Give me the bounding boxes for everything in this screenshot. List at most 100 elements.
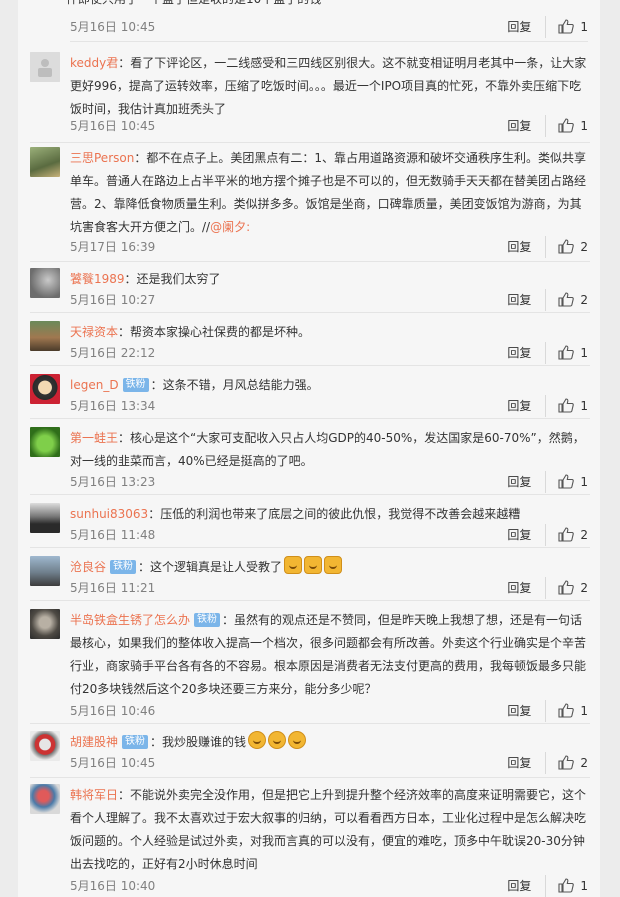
reply-button[interactable]: 回复 [507, 471, 547, 493]
comment-time: 5月16日 10:45 [70, 756, 156, 770]
comment-time: 5月16日 11:21 [70, 581, 156, 595]
comment-text: ：还是我们太穷了 [124, 272, 221, 286]
comment-content: 三思Person：都不在点子上。美团黑点有二：1、靠占用道路资源和破坏交通秩序生… [70, 147, 588, 239]
like-count: 1 [580, 704, 588, 718]
reply-button[interactable]: 回复 [507, 577, 547, 599]
comment-item: legen_D 铁粉 ：这条不错，月风总结能力强。 5月16日 13:34 回复 1 [30, 374, 590, 419]
comment-time: 5月17日 16:39 [70, 240, 156, 254]
comment-actions: 回复 2 [507, 752, 588, 774]
mention-link[interactable]: @阑夕: [210, 220, 250, 234]
comment-meta: 5月16日 10:46 回复 1 [70, 700, 588, 722]
like-button[interactable]: 1 [558, 115, 588, 137]
avatar[interactable] [30, 784, 60, 814]
fan-badge: 铁粉 [110, 560, 137, 574]
reply-button[interactable]: 回复 [507, 289, 547, 311]
reply-button[interactable]: 回复 [507, 342, 547, 364]
comment-item: 天禄资本：帮资本家操心社保费的都是坏种。 5月16日 22:12 回复 1 [30, 321, 590, 366]
comment-content: 第一蛙王：核心是这个“大家可支配收入只占人均GDP的40-50%，发达国家是60… [70, 427, 588, 473]
like-button[interactable]: 1 [558, 700, 588, 722]
comment-time: 5月16日 11:48 [70, 528, 156, 542]
reply-button[interactable]: 回复 [507, 752, 547, 774]
comment-meta: 5月17日 16:39 回复 2 [70, 236, 588, 258]
reply-button[interactable]: 回复 [507, 524, 547, 546]
like-button[interactable]: 1 [558, 875, 588, 897]
avatar[interactable] [30, 374, 60, 404]
like-button[interactable]: 1 [558, 16, 588, 38]
thumbs-up-icon [558, 292, 575, 307]
comment-item: 韩将军日：不能说外卖完全没作用，但是把它上升到提升整个经济效率的高度来证明需要它… [30, 784, 590, 897]
comment-panel: 件即使只用了一个盒子但是收的是10个盒子的钱 5月16日 10:45 回复 1 k… [18, 0, 600, 897]
reply-button[interactable]: 回复 [507, 115, 547, 137]
comment-text: ：压低的利润也带来了底层之间的彼此仇恨，我觉得不改善会越来越糟 [148, 507, 521, 521]
avatar[interactable] [30, 556, 60, 586]
username-link[interactable]: 韩将军日 [70, 788, 118, 802]
comment-time: 5月16日 10:40 [70, 879, 156, 893]
partial-comment-meta: 5月16日 10:45 回复 1 [70, 16, 588, 38]
avatar[interactable] [30, 52, 60, 82]
like-button[interactable]: 1 [558, 342, 588, 364]
thumbs-up-icon [558, 19, 575, 34]
fan-badge: 铁粉 [122, 378, 149, 392]
username-link[interactable]: legen_D [70, 378, 119, 392]
username-link[interactable]: 三思Person [70, 151, 134, 165]
avatar[interactable] [30, 609, 60, 639]
comment-actions: 回复 1 [507, 16, 588, 38]
thumbs-up-icon [558, 398, 575, 413]
username-link[interactable]: 沧良谷 [70, 560, 106, 574]
avatar[interactable] [30, 321, 60, 351]
like-button[interactable]: 2 [558, 236, 588, 258]
username-link[interactable]: 半岛铁盒生锈了怎么办 [70, 613, 190, 627]
avatar[interactable] [30, 731, 60, 761]
username-link[interactable]: keddy君 [70, 56, 118, 70]
partial-comment-text: 件即使只用了一个盒子但是收的是10个盒子的钱 [66, 0, 586, 10]
reply-button[interactable]: 回复 [507, 395, 547, 417]
comment-text: ：这条不错，月风总结能力强。 [150, 378, 319, 392]
comment-time: 5月16日 13:34 [70, 399, 156, 413]
comment-text: ：不能说外卖完全没作用，但是把它上升到提升整个经济效率的高度来证明需要它，这个看… [70, 788, 587, 871]
comment-actions: 回复 2 [507, 289, 588, 311]
thumbs-up-emoji-icon [284, 556, 303, 574]
thumbs-up-icon [558, 118, 575, 133]
like-button[interactable]: 2 [558, 577, 588, 599]
like-button[interactable]: 2 [558, 524, 588, 546]
comment-meta: 5月16日 11:48 回复 2 [70, 524, 588, 546]
avatar[interactable] [30, 268, 60, 298]
default-avatar-icon [30, 52, 60, 82]
username-link[interactable]: sunhui83063 [70, 507, 148, 521]
comment-content: 沧良谷 铁粉 ：这个逻辑真是让人受教了 [70, 556, 588, 579]
avatar[interactable] [30, 503, 60, 533]
comment-item: 沧良谷 铁粉 ：这个逻辑真是让人受教了 5月16日 11:21 回复 2 [30, 556, 590, 601]
comment-time: 5月16日 10:27 [70, 293, 156, 307]
comment-meta: 5月16日 10:45 回复 2 [70, 752, 588, 774]
avatar[interactable] [30, 147, 60, 177]
comment-time: 5月16日 13:23 [70, 475, 156, 489]
like-button[interactable]: 1 [558, 395, 588, 417]
reply-button[interactable]: 回复 [507, 236, 547, 258]
username-link[interactable]: 第一蛙王 [70, 431, 118, 445]
like-button[interactable]: 1 [558, 471, 588, 493]
avatar[interactable] [30, 427, 60, 457]
comment-content: sunhui83063：压低的利润也带来了底层之间的彼此仇恨，我觉得不改善会越来… [70, 503, 588, 526]
comment-actions: 回复 2 [507, 236, 588, 258]
comment-item: 半岛铁盒生锈了怎么办 铁粉 ：虽然有的观点还是不赞同，但是昨天晚上我想了想，还是有一… [30, 609, 590, 724]
thumbs-up-icon [558, 878, 575, 893]
fan-badge: 铁粉 [194, 613, 221, 627]
thumbs-up-icon [558, 239, 575, 254]
username-link[interactable]: 天禄资本 [70, 325, 118, 339]
like-button[interactable]: 2 [558, 752, 588, 774]
reply-button[interactable]: 回复 [507, 700, 547, 722]
comment-content: keddy君：看了下评论区，一二线感受和三四线区别很大。这不就变相证明月老其中一… [70, 52, 588, 121]
comment-content: 饕餮1989：还是我们太穷了 [70, 268, 588, 291]
comment-actions: 回复 1 [507, 342, 588, 364]
username-link[interactable]: 胡建股神 [70, 735, 118, 749]
comment-actions: 回复 1 [507, 115, 588, 137]
comment-content: 天禄资本：帮资本家操心社保费的都是坏种。 [70, 321, 588, 344]
reply-button[interactable]: 回复 [507, 16, 547, 38]
comment-text: ：核心是这个“大家可支配收入只占人均GDP的40-50%，发达国家是60-70%… [70, 431, 585, 468]
reply-button[interactable]: 回复 [507, 875, 547, 897]
like-count: 1 [580, 475, 588, 489]
username-link[interactable]: 饕餮1989 [70, 272, 125, 286]
thumbs-up-icon [558, 703, 575, 718]
like-button[interactable]: 2 [558, 289, 588, 311]
thumbs-up-icon [558, 755, 575, 770]
